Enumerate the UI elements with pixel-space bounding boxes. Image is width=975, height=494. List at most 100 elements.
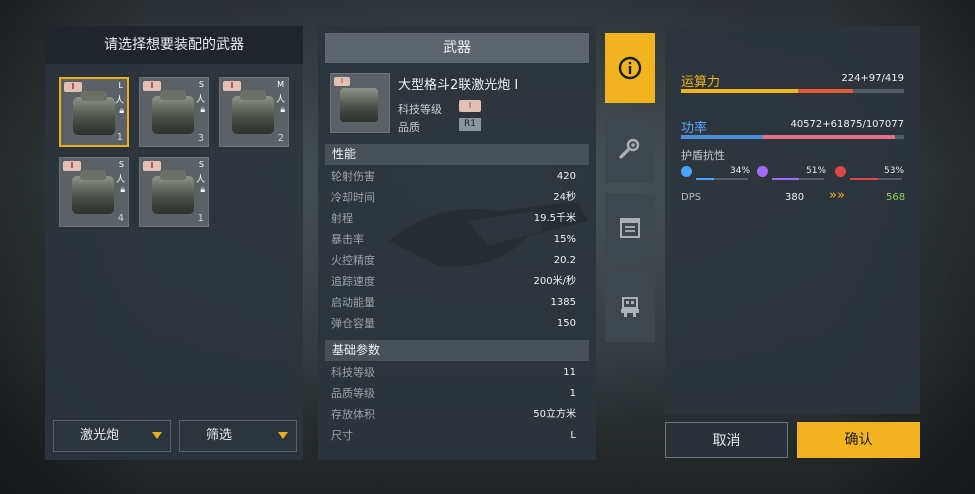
- quality-label: 品质: [398, 121, 420, 134]
- size-label: S: [198, 160, 204, 169]
- slot-count: 1: [116, 132, 123, 143]
- power-bar: [681, 135, 904, 139]
- dps-current: 380: [785, 192, 805, 203]
- stat-row: 冷却时间 24秒: [331, 188, 576, 208]
- stat-label: 暴击率: [331, 233, 364, 246]
- power-label: 功率: [681, 121, 708, 136]
- resist-bar-fill: [772, 178, 799, 180]
- weapon-slot[interactable]: I S 人 🔒︎ 1: [139, 157, 209, 227]
- power-bar-fill: [681, 135, 896, 139]
- resist-bar: [850, 178, 902, 180]
- stat-label: 射程: [331, 212, 353, 225]
- resist-pct: 34%: [730, 166, 751, 176]
- stat-value: 20.2: [553, 255, 576, 266]
- size-label: L: [118, 81, 123, 90]
- weapon-select-title: 请选择想要装配的武器: [45, 26, 303, 64]
- stat-value: L: [570, 430, 576, 441]
- slot-count: 4: [117, 213, 124, 224]
- weapon-model: [340, 88, 378, 122]
- tab-pilot[interactable]: [605, 272, 655, 342]
- weapon-model: [72, 170, 114, 214]
- weapon-slot[interactable]: I S 人 🔒︎ 3: [139, 77, 209, 147]
- tab-modules[interactable]: [605, 113, 655, 183]
- lock-icon: 🔒︎: [200, 185, 205, 195]
- filter-label: 筛选: [206, 428, 233, 443]
- caret-down-icon: [278, 432, 288, 439]
- stat-row: 尺寸 L: [331, 426, 576, 446]
- stat-row: 轮射伤害 420: [331, 167, 576, 187]
- wrench-gear-icon: [619, 138, 640, 159]
- stat-label: 追踪速度: [331, 275, 375, 288]
- stat-value: 24秒: [553, 192, 576, 203]
- increase-arrows-icon: »»: [829, 188, 845, 203]
- tech-level-tag: I: [459, 100, 481, 112]
- stat-value: 1385: [550, 297, 576, 308]
- tech-tag: I: [334, 77, 350, 86]
- stat-value: 420: [556, 171, 576, 182]
- resist-bar-fill: [850, 178, 878, 180]
- tab-description[interactable]: [605, 193, 655, 263]
- size-label: M: [277, 80, 284, 89]
- stat-label: 存放体积: [331, 408, 375, 421]
- stat-row: 存放体积 50立方米: [331, 405, 576, 425]
- lock-icon: 🔒︎: [280, 105, 285, 115]
- tech-tag: I: [63, 161, 81, 171]
- stat-value: 200米/秒: [533, 276, 576, 287]
- confirm-button[interactable]: 确认: [797, 422, 920, 458]
- tech-tag: I: [143, 81, 161, 91]
- lock-icon: 🔒︎: [119, 106, 124, 116]
- stat-label: 科技等级: [331, 366, 375, 379]
- stat-label: 品质等级: [331, 387, 375, 400]
- tech-tag: I: [64, 82, 82, 92]
- tech-level-label: 科技等级: [398, 103, 442, 116]
- size-label: S: [118, 160, 124, 169]
- resist-energy: 51%: [757, 166, 827, 186]
- slot-count: 1: [197, 213, 204, 224]
- stat-row: 科技等级 11: [331, 363, 576, 383]
- weapon-icon: I: [330, 73, 390, 133]
- weapon-header: 武器: [325, 33, 589, 63]
- stat-label: 冷却时间: [331, 191, 375, 204]
- resist-bar-fill: [696, 178, 714, 180]
- fire-icon: [835, 166, 846, 177]
- ship-stats-panel: 运算力 224+97/419 功率 40572+61875/107077 护盾抗…: [665, 26, 920, 414]
- weapon-type-label: 激光炮: [80, 428, 120, 443]
- weapon-slot[interactable]: I L 人 🔒︎ 1: [59, 77, 129, 147]
- stat-value: 150: [556, 318, 576, 329]
- weapon-detail-panel: 武器 I 大型格斗2联激光炮 I 科技等级 I 品质 R1 性能 轮射伤害 420…: [318, 26, 596, 460]
- slot-count: 3: [197, 133, 204, 144]
- lock-icon: 🔒︎: [200, 105, 205, 115]
- tech-tag: I: [223, 81, 241, 91]
- compute-value: 224+97/419: [841, 73, 904, 84]
- energy-icon: [757, 166, 768, 177]
- person-icon: 人: [195, 175, 205, 185]
- caret-down-icon: [152, 432, 162, 439]
- stat-value: 15%: [553, 234, 576, 245]
- dps-label: DPS: [681, 192, 702, 203]
- cancel-button[interactable]: 取消: [665, 422, 788, 458]
- person-icon: 人: [275, 95, 285, 105]
- weapon-model: [152, 90, 194, 134]
- base-params-section-title: 基础参数: [325, 340, 589, 361]
- stat-label: 轮射伤害: [331, 170, 375, 183]
- shield-resist-label: 护盾抗性: [681, 149, 725, 162]
- stat-value: 19.5千米: [533, 213, 576, 224]
- weapon-slot[interactable]: I M 人 🔒︎ 2: [219, 77, 289, 147]
- stat-value: 50立方米: [533, 409, 576, 420]
- info-icon: [618, 56, 642, 80]
- document-list-icon: [620, 218, 640, 238]
- filter-dropdown[interactable]: 筛选: [179, 420, 297, 452]
- compute-bar: [681, 89, 904, 93]
- stat-value: 11: [563, 367, 576, 378]
- compute-bar-fill: [681, 89, 853, 93]
- stat-row: 暴击率 15%: [331, 230, 576, 250]
- tab-info[interactable]: [605, 33, 655, 103]
- stat-value: 1: [569, 388, 576, 399]
- tech-tag: I: [143, 161, 161, 171]
- electric-icon: [681, 166, 692, 177]
- weapon-select-panel: 请选择想要装配的武器 I L 人 🔒︎ 1 I S 人 🔒︎ 3 I M 人 🔒…: [45, 26, 303, 460]
- weapon-slot[interactable]: I S 人 🔒︎ 4: [59, 157, 129, 227]
- person-icon: 人: [115, 175, 125, 185]
- stat-row: 追踪速度 200米/秒: [331, 272, 576, 292]
- weapon-type-dropdown[interactable]: 激光炮: [53, 420, 171, 452]
